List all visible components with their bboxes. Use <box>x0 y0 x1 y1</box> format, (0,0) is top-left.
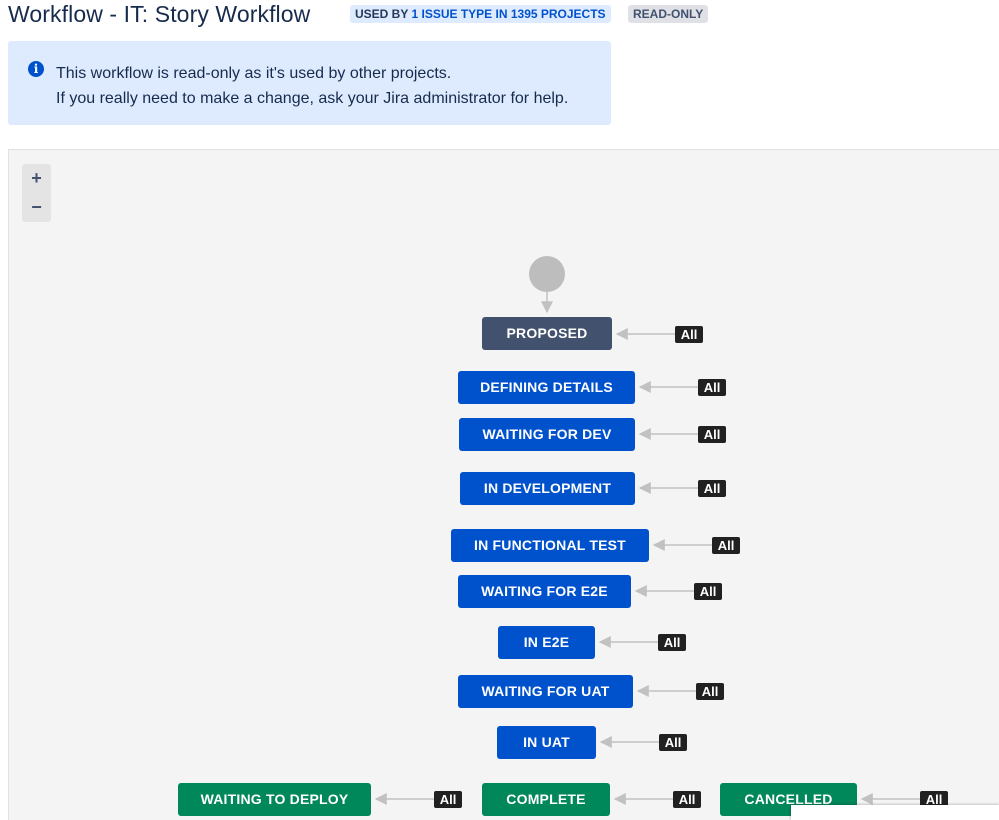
status-waiting-to-deploy[interactable]: WAITING TO DEPLOY <box>178 783 371 816</box>
floating-panel-edge <box>791 805 999 820</box>
status-in-uat[interactable]: IN UAT <box>497 726 596 759</box>
global-transition-waiting-for-e2e[interactable]: All <box>694 583 722 600</box>
status-waiting-for-dev[interactable]: WAITING FOR DEV <box>459 418 635 451</box>
global-transition-waiting-to-deploy[interactable]: All <box>434 791 462 808</box>
status-defining-details[interactable]: DEFINING DETAILS <box>458 371 635 404</box>
global-transition-defining-details[interactable]: All <box>698 379 726 396</box>
global-transition-in-uat[interactable]: All <box>659 734 687 751</box>
global-transition-waiting-for-uat[interactable]: All <box>696 683 724 700</box>
status-in-e2e[interactable]: IN E2E <box>498 626 595 659</box>
global-transition-in-e2e[interactable]: All <box>658 634 686 651</box>
status-waiting-for-e2e[interactable]: WAITING FOR E2E <box>458 575 631 608</box>
status-waiting-for-uat[interactable]: WAITING FOR UAT <box>458 675 633 708</box>
global-transition-proposed[interactable]: All <box>675 326 703 343</box>
global-transition-waiting-for-dev[interactable]: All <box>698 426 726 443</box>
initial-state-node[interactable] <box>529 256 565 292</box>
status-complete[interactable]: COMPLETE <box>482 783 610 816</box>
status-in-functional-test[interactable]: IN FUNCTIONAL TEST <box>451 529 649 562</box>
status-proposed[interactable]: PROPOSED <box>482 317 612 350</box>
global-transition-in-development[interactable]: All <box>698 480 726 497</box>
global-transition-in-functional-test[interactable]: All <box>712 537 740 554</box>
status-in-development[interactable]: IN DEVELOPMENT <box>460 472 635 505</box>
global-transition-complete[interactable]: All <box>673 791 701 808</box>
